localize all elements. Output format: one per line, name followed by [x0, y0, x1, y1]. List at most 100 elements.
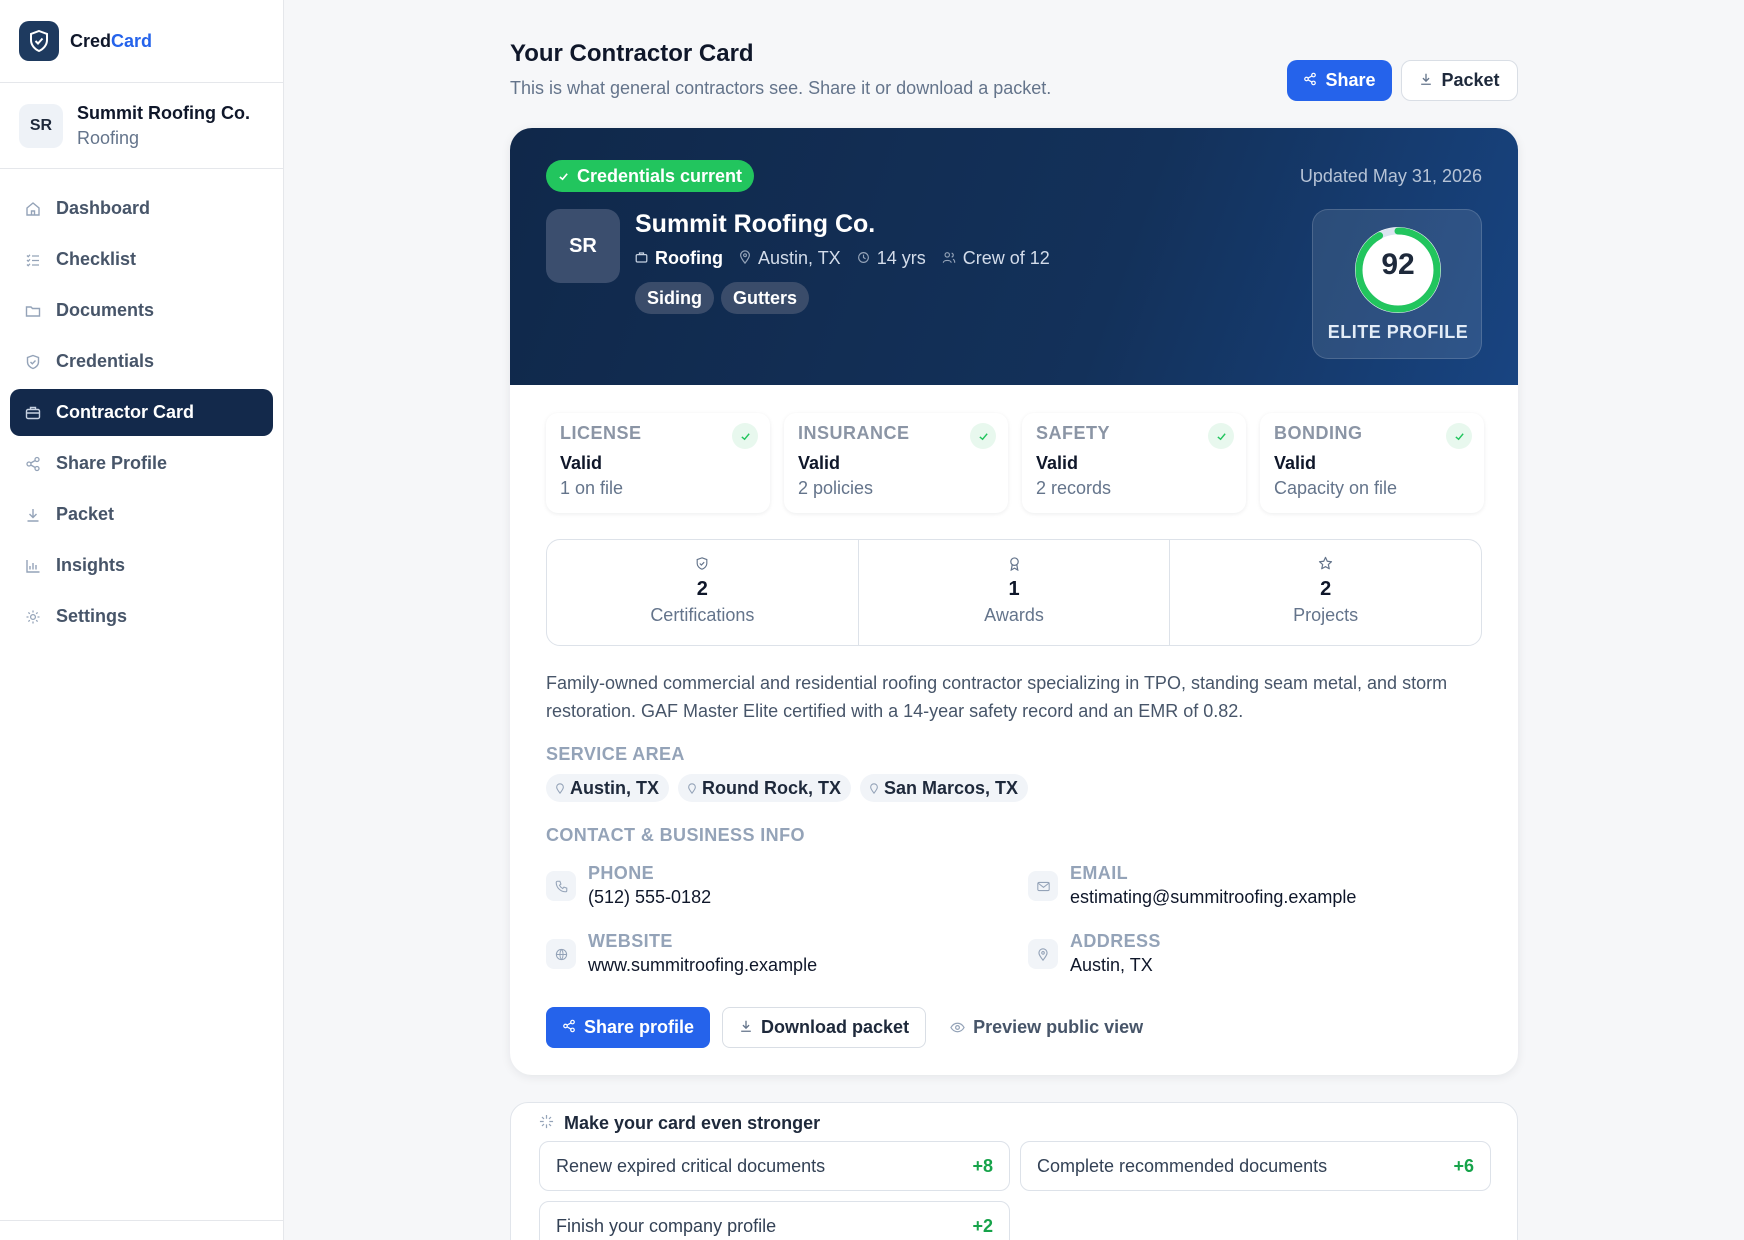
- contact-address-text: ADDRESS Austin, TX: [1070, 931, 1161, 976]
- packet-button[interactable]: Packet: [1401, 60, 1518, 101]
- sidebar-item-label: Documents: [56, 300, 155, 320]
- suggestion-item[interactable]: Complete recommended documents +6: [1020, 1141, 1491, 1191]
- share-profile-button[interactable]: Share profile: [546, 1007, 711, 1048]
- gear-icon: [24, 608, 42, 626]
- contact-phone[interactable]: PHONE (512) 555-0182: [546, 863, 711, 908]
- stat-value: 2: [1320, 578, 1332, 600]
- download-icon: [24, 506, 42, 524]
- sidebar-item-label: Checklist: [56, 249, 137, 269]
- sidebar-item-documents[interactable]: Documents: [10, 287, 273, 334]
- sidebar-item-label: Contractor Card: [56, 402, 195, 422]
- company-switcher[interactable]: SR Summit Roofing Co. Roofing: [0, 83, 283, 169]
- share-button-label: Share: [1325, 70, 1376, 90]
- bonding-tile[interactable]: BONDING Valid Capacity on file: [1260, 413, 1484, 513]
- stat-projects[interactable]: 2 Projects: [1169, 540, 1481, 645]
- sidebar-item-contractor-card[interactable]: Contractor Card: [10, 389, 273, 436]
- download-icon: [1419, 70, 1433, 91]
- sparkle-icon: [539, 1113, 554, 1134]
- meta-location-label: Austin, TX: [757, 248, 841, 268]
- stat-certifications[interactable]: 2 Certifications: [547, 540, 858, 645]
- contact-email[interactable]: EMAIL estimating@summitroofing.example: [1028, 863, 1356, 908]
- tile-title: SAFETY: [1036, 423, 1111, 443]
- stat-label: Projects: [1293, 605, 1359, 625]
- download-icon: [739, 1017, 753, 1038]
- briefcase-icon: [635, 248, 648, 269]
- service-area-chip: Round Rock, TX: [678, 774, 851, 802]
- card-actions: Share profile Download packet Preview pu…: [546, 1007, 1155, 1048]
- meta-trade: Roofing: [635, 248, 723, 269]
- meta-years-label: 14 yrs: [876, 248, 926, 268]
- profile-stats: 2 Certifications 1 Awards 2 Projects: [546, 539, 1482, 646]
- suggestion-points: +8: [972, 1155, 993, 1176]
- tile-sub: 1 on file: [560, 478, 624, 498]
- map-pin-icon: [556, 778, 564, 799]
- tile-value: Valid: [560, 453, 603, 473]
- tile-title: LICENSE: [560, 423, 642, 443]
- brand-name: CredCard: [70, 31, 152, 52]
- contractor-card: Credentials current Updated May 31, 2026…: [510, 128, 1518, 1075]
- preview-public-view-button[interactable]: Preview public view: [938, 1007, 1155, 1048]
- eye-icon: [950, 1017, 965, 1038]
- sidebar-item-label: Settings: [56, 606, 128, 626]
- contact-label: EMAIL: [1070, 863, 1128, 883]
- download-packet-label: Download packet: [761, 1017, 910, 1037]
- license-tile[interactable]: LICENSE Valid 1 on file: [546, 413, 770, 513]
- improvement-suggestions: Make your card even stronger Renew expir…: [510, 1102, 1518, 1240]
- company-trade: Roofing: [77, 127, 140, 148]
- packet-button-label: Packet: [1441, 70, 1500, 90]
- stat-awards[interactable]: 1 Awards: [857, 540, 1170, 645]
- suggestion-item[interactable]: Finish your company profile +2: [539, 1201, 1010, 1240]
- service-area-label: Round Rock, TX: [702, 777, 841, 798]
- contact-label: WEBSITE: [588, 931, 673, 951]
- sidebar-item-checklist[interactable]: Checklist: [10, 236, 273, 283]
- service-area-label: San Marcos, TX: [884, 777, 1019, 798]
- sidebar-item-dashboard[interactable]: Dashboard: [10, 185, 273, 232]
- sidebar-item-share-profile[interactable]: Share Profile: [10, 440, 273, 487]
- stat-label: Awards: [984, 605, 1044, 625]
- service-area-list: Austin, TX Round Rock, TX San Marcos, TX: [546, 774, 1029, 802]
- sidebar: CredCard SR Summit Roofing Co. Roofing D…: [0, 0, 284, 1240]
- map-pin-icon: [739, 248, 751, 269]
- specialty-tag: Gutters: [721, 282, 810, 314]
- contact-value: estimating@summitroofing.example: [1070, 887, 1357, 907]
- brand[interactable]: CredCard: [0, 0, 283, 83]
- sidebar-item-credentials[interactable]: Credentials: [10, 338, 273, 385]
- meta-trade-label: Roofing: [655, 248, 723, 268]
- sidebar-item-label: Credentials: [56, 351, 155, 371]
- tile-title: INSURANCE: [798, 423, 910, 443]
- share-button[interactable]: Share: [1287, 60, 1392, 101]
- map-pin-icon: [870, 778, 878, 799]
- sidebar-item-settings[interactable]: Settings: [10, 593, 273, 640]
- sidebar-item-label: Insights: [56, 555, 126, 575]
- tile-sub: Capacity on file: [1274, 478, 1398, 498]
- insurance-tile[interactable]: INSURANCE Valid 2 policies: [784, 413, 1008, 513]
- sidebar-item-label: Packet: [56, 504, 115, 524]
- shield-icon: [24, 353, 42, 371]
- check-icon: [558, 166, 569, 187]
- contact-website[interactable]: WEBSITE www.summitroofing.example: [546, 931, 817, 976]
- share-icon: [562, 1017, 576, 1038]
- suggestions-title-label: Make your card even stronger: [564, 1113, 821, 1133]
- sidebar-nav: Dashboard Checklist Documents Credential…: [0, 169, 283, 640]
- contact-address[interactable]: ADDRESS Austin, TX: [1028, 931, 1161, 976]
- service-area-label: Austin, TX: [570, 777, 659, 798]
- company-info: Summit Roofing Co. Roofing: [77, 103, 250, 149]
- contact-phone-text: PHONE (512) 555-0182: [588, 863, 711, 908]
- sidebar-item-packet[interactable]: Packet: [10, 491, 273, 538]
- sidebar-item-insights[interactable]: Insights: [10, 542, 273, 589]
- download-packet-button[interactable]: Download packet: [722, 1007, 927, 1048]
- safety-tile[interactable]: SAFETY Valid 2 records: [1022, 413, 1246, 513]
- tile-value: Valid: [1036, 453, 1079, 473]
- stat-label: Certifications: [650, 605, 755, 625]
- tile-sub: 2 policies: [798, 478, 874, 498]
- check-icon: [1446, 423, 1472, 449]
- suggestion-item[interactable]: Renew expired critical documents +8: [539, 1141, 1010, 1191]
- card-icon: [24, 404, 42, 422]
- suggestion-label: Finish your company profile: [556, 1215, 777, 1236]
- tile-sub: 2 records: [1036, 478, 1112, 498]
- score-value: 92: [1381, 248, 1415, 281]
- contact-label: ADDRESS: [1070, 931, 1161, 951]
- stat-value: 2: [696, 578, 708, 600]
- contact-value: (512) 555-0182: [588, 887, 712, 907]
- meta-crew: Crew of 12: [942, 248, 1050, 269]
